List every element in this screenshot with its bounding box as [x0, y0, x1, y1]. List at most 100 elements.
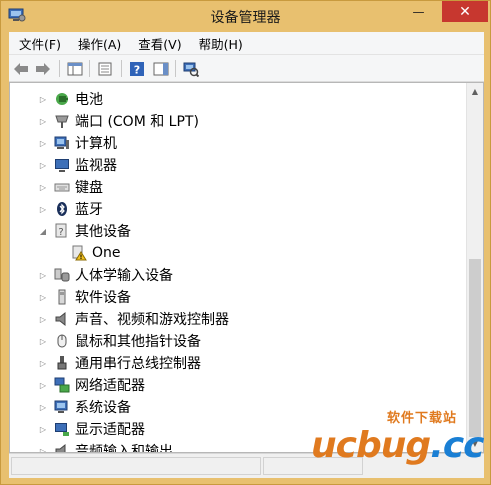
tree-node-other-devices[interactable]: ◢ ? 其他设备	[38, 220, 131, 242]
console-tree-button[interactable]	[65, 59, 85, 78]
menu-action[interactable]: 操作(A)	[68, 34, 128, 53]
tree-node-label: 软件设备	[75, 290, 131, 306]
tree-node-display-adapters[interactable]: ▷ 显示适配器	[38, 418, 145, 440]
display-adapter-icon	[53, 421, 71, 437]
tree-node-bluetooth[interactable]: ▷ 蓝牙	[38, 198, 103, 220]
system-device-icon	[53, 399, 71, 415]
menu-file[interactable]: 文件(F)	[9, 34, 68, 53]
properties-icon	[98, 62, 112, 75]
tree-node-software-devices[interactable]: ▷ 软件设备	[38, 286, 131, 308]
monitor-icon	[53, 157, 71, 173]
expand-arrow-icon[interactable]: ▷	[38, 116, 48, 126]
battery-icon	[53, 91, 71, 107]
expand-arrow-icon[interactable]: ▷	[38, 380, 48, 390]
tree-node-label: 其他设备	[75, 224, 131, 240]
toolbar-separator	[89, 60, 90, 77]
menu-help[interactable]: 帮助(H)	[189, 34, 250, 53]
tree-node-label: 键盘	[75, 180, 103, 196]
tree-node-label: 显示适配器	[75, 422, 145, 438]
tree-node-monitors[interactable]: ▷ 监视器	[38, 154, 117, 176]
expand-arrow-icon[interactable]: ▷	[38, 292, 48, 302]
expand-arrow-icon[interactable]: ▷	[38, 402, 48, 412]
minimize-button[interactable]: —	[405, 1, 432, 22]
audio-io-icon	[53, 443, 71, 452]
collapse-arrow-icon[interactable]: ◢	[38, 226, 48, 236]
tree-node-keyboards[interactable]: ▷ 键盘	[38, 176, 103, 198]
expand-arrow-icon[interactable]: ▷	[38, 182, 48, 192]
vertical-scrollbar[interactable]: ▲ ▼	[466, 83, 483, 452]
svg-text:?: ?	[58, 227, 63, 238]
tree-node-label: 音频输入和输出	[75, 444, 173, 453]
scroll-up-button[interactable]: ▲	[467, 83, 483, 100]
tree-node-label: 监视器	[75, 158, 117, 174]
tree-node-sound[interactable]: ▷ 声音、视频和游戏控制器	[38, 308, 229, 330]
computer-icon	[53, 135, 71, 151]
back-arrow-icon	[14, 62, 28, 75]
hid-icon	[53, 267, 71, 283]
tree-node-hid[interactable]: ▷ 人体学输入设备	[38, 264, 173, 286]
unknown-device-icon: ?	[53, 223, 71, 239]
warning-device-icon	[70, 245, 88, 261]
port-icon	[53, 113, 71, 129]
expand-arrow-icon[interactable]: ▷	[38, 446, 48, 453]
action-pane-icon	[153, 62, 169, 75]
forward-arrow-icon	[36, 62, 50, 75]
toolbar-separator	[175, 60, 176, 77]
back-button[interactable]	[11, 59, 31, 78]
tree-node-label: 计算机	[75, 136, 117, 152]
toolbar-separator	[121, 60, 122, 77]
properties-button[interactable]	[95, 59, 115, 78]
expand-arrow-icon[interactable]: ▷	[38, 314, 48, 324]
tree-node-one[interactable]: One	[70, 242, 121, 264]
scan-hardware-icon	[183, 62, 199, 77]
tree-node-network-adapters[interactable]: ▷ 网络适配器	[38, 374, 145, 396]
expand-arrow-icon[interactable]: ▷	[38, 94, 48, 104]
tree-node-system-devices[interactable]: ▷ 系统设备	[38, 396, 131, 418]
tree-node-label: 端口 (COM 和 LPT)	[75, 114, 199, 130]
menu-view[interactable]: 查看(V)	[128, 34, 188, 53]
mouse-icon	[53, 333, 71, 349]
close-icon: ✕	[459, 3, 471, 20]
toolbar: ?	[9, 55, 484, 82]
minimize-icon: —	[412, 4, 425, 19]
expand-arrow-icon[interactable]: ▷	[38, 138, 48, 148]
device-tree[interactable]: ▷ 电池 ▷ 端口 (COM 和 LPT) ▷ 计算机 ▷ 监视器 ▷ 键盘 ▷…	[9, 82, 484, 453]
tree-node-label: 人体学输入设备	[75, 268, 173, 284]
svg-text:?: ?	[134, 63, 140, 76]
expand-arrow-icon[interactable]: ▷	[38, 424, 48, 434]
watermark-main: ucbug.cc	[311, 425, 485, 466]
expand-arrow-icon[interactable]: ▷	[38, 270, 48, 280]
tree-node-mice[interactable]: ▷ 鼠标和其他指针设备	[38, 330, 201, 352]
title-bar[interactable]: 设备管理器 — ✕	[1, 1, 490, 32]
scroll-up-arrow-icon: ▲	[471, 87, 479, 96]
tree-node-battery[interactable]: ▷ 电池	[38, 88, 103, 110]
speaker-icon	[53, 311, 71, 327]
tree-node-audio-io[interactable]: ▷ 音频输入和输出	[38, 440, 173, 453]
expand-arrow-icon[interactable]: ▷	[38, 358, 48, 368]
tree-node-computer[interactable]: ▷ 计算机	[38, 132, 117, 154]
help-icon: ?	[130, 61, 144, 76]
forward-button[interactable]	[33, 59, 53, 78]
device-manager-window: 设备管理器 — ✕ 文件(F) 操作(A) 查看(V) 帮助(H) ? ▷ 电池…	[0, 0, 491, 485]
menu-bar: 文件(F) 操作(A) 查看(V) 帮助(H)	[9, 32, 484, 55]
software-device-icon	[53, 289, 71, 305]
show-hide-console-tree-icon	[67, 62, 83, 75]
help-button[interactable]: ?	[127, 59, 147, 78]
network-adapter-icon	[53, 377, 71, 393]
tree-node-usb[interactable]: ▷ 通用串行总线控制器	[38, 352, 201, 374]
action-pane-button[interactable]	[151, 59, 171, 78]
bluetooth-icon	[53, 201, 71, 217]
usb-icon	[53, 355, 71, 371]
tree-node-label: 鼠标和其他指针设备	[75, 334, 201, 350]
expand-arrow-icon[interactable]: ▷	[38, 204, 48, 214]
tree-node-label: 网络适配器	[75, 378, 145, 394]
tree-node-ports[interactable]: ▷ 端口 (COM 和 LPT)	[38, 110, 199, 132]
status-cell-main	[11, 457, 261, 475]
tree-node-label: 蓝牙	[75, 202, 103, 218]
tree-node-label: One	[92, 245, 121, 261]
scan-hardware-button[interactable]	[181, 59, 201, 78]
tree-node-label: 电池	[75, 92, 103, 108]
close-button[interactable]: ✕	[442, 1, 488, 22]
expand-arrow-icon[interactable]: ▷	[38, 160, 48, 170]
expand-arrow-icon[interactable]: ▷	[38, 336, 48, 346]
